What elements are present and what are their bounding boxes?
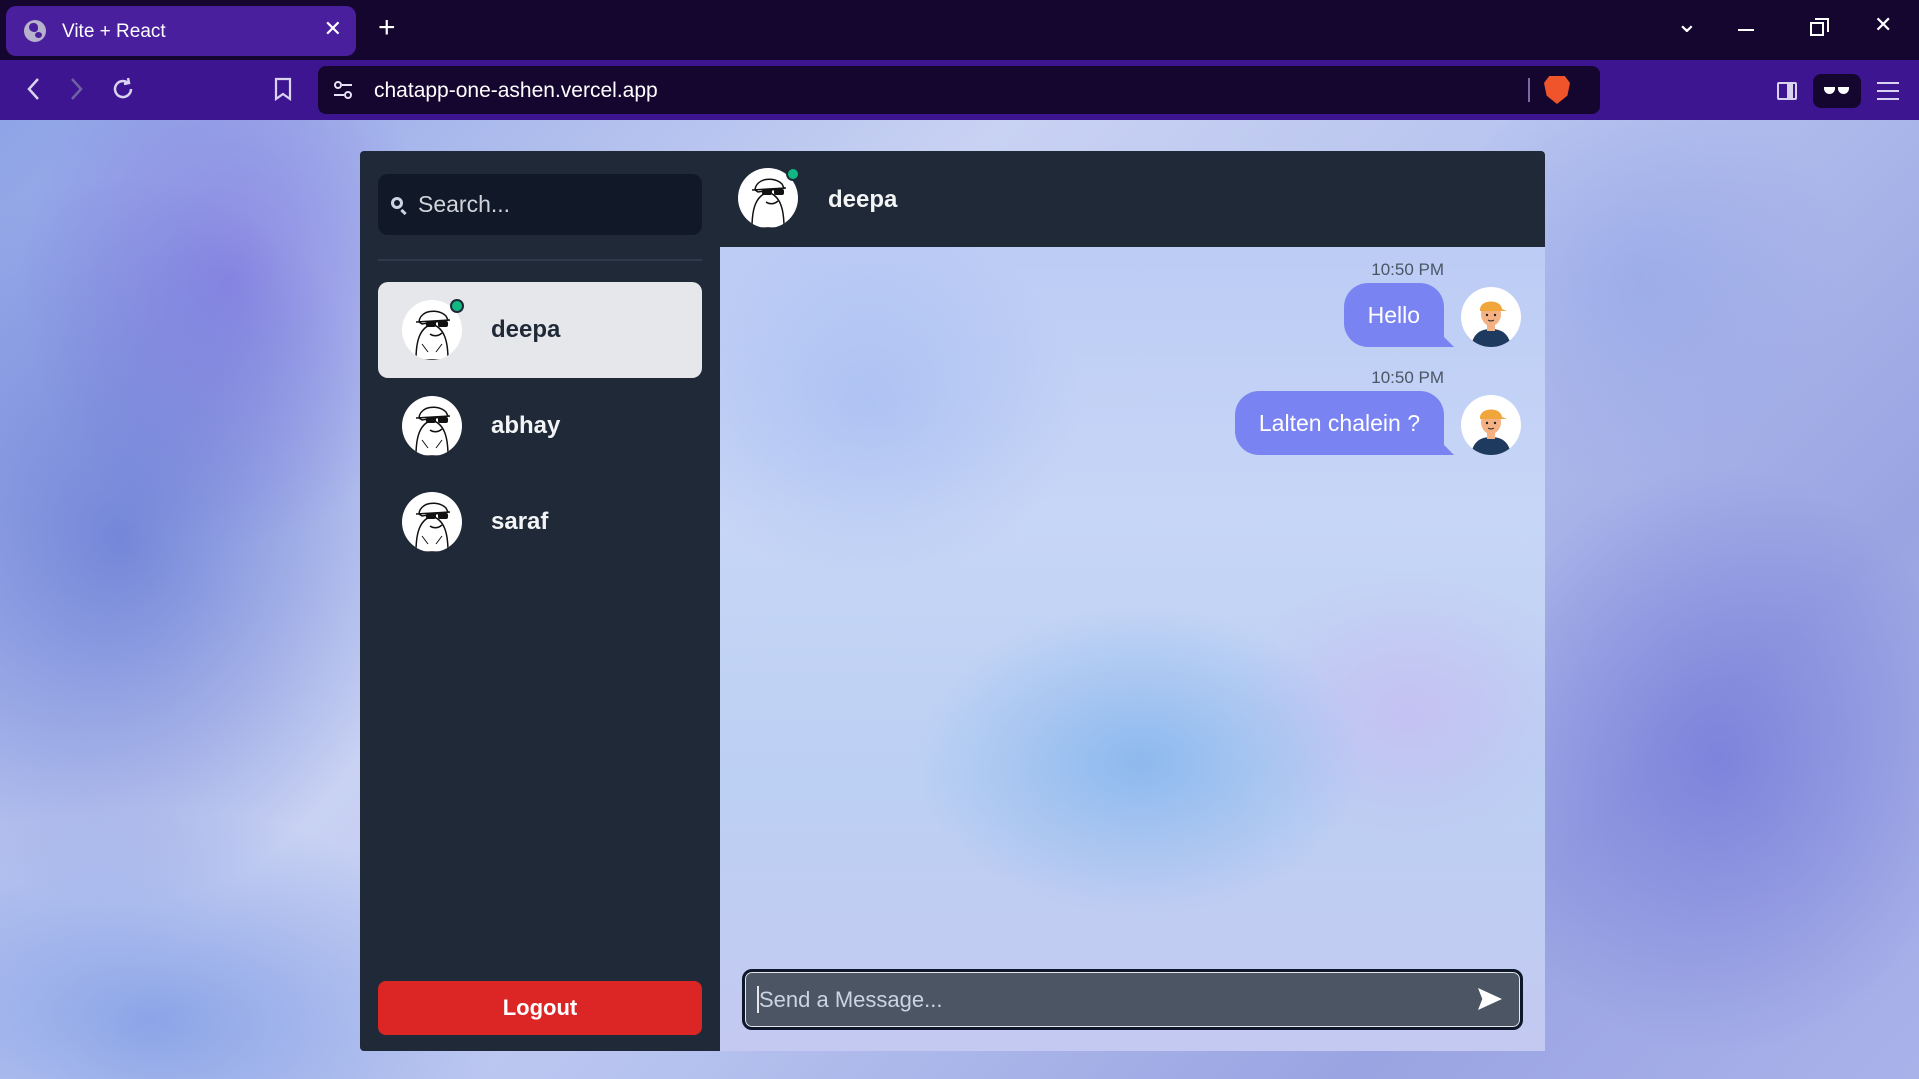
online-status-dot xyxy=(450,299,464,313)
search-box[interactable] xyxy=(378,174,702,235)
tab-close-icon[interactable]: ✕ xyxy=(324,18,342,40)
brave-shields-icon[interactable] xyxy=(1544,76,1570,104)
message-time: 10:50 PM xyxy=(1371,260,1444,279)
address-divider xyxy=(1528,78,1530,102)
brave-wallet-icon[interactable] xyxy=(1813,74,1861,108)
forward-icon[interactable] xyxy=(66,76,86,106)
search-icon xyxy=(391,197,403,209)
online-status-dot xyxy=(786,167,800,181)
hamburger-menu-icon[interactable] xyxy=(1877,82,1899,100)
restore-icon[interactable] xyxy=(1810,18,1829,36)
chat-panel: deepa 10:50 PM Hello 10:50 PM Lalten cha… xyxy=(720,151,1545,1051)
sidebar-toggle-icon[interactable] xyxy=(1777,82,1797,100)
message-item: 10:50 PM Hello xyxy=(1021,260,1521,360)
contact-name: abhay xyxy=(491,412,561,439)
send-icon xyxy=(1478,988,1502,1010)
browser-title-bar: Vite + React ✕ + ⌄ ✕ xyxy=(0,0,1919,60)
chat-header-name: deepa xyxy=(828,186,898,213)
window-close-icon[interactable]: ✕ xyxy=(1874,14,1892,36)
send-button[interactable] xyxy=(1476,986,1504,1012)
chat-header: deepa xyxy=(720,151,1545,247)
search-input[interactable] xyxy=(418,174,688,235)
minimize-icon[interactable] xyxy=(1738,29,1754,31)
sunglasses-avatar xyxy=(402,492,462,552)
cap-avatar xyxy=(1461,395,1521,455)
contact-item-deepa[interactable]: deepa xyxy=(378,282,702,378)
new-tab-button[interactable]: + xyxy=(378,13,396,43)
message-item: 10:50 PM Lalten chalein ? xyxy=(1021,368,1521,468)
reload-icon[interactable] xyxy=(110,76,136,106)
tab-title: Vite + React xyxy=(62,21,166,42)
back-icon[interactable] xyxy=(24,76,44,106)
contact-name: deepa xyxy=(491,316,561,343)
message-composer[interactable] xyxy=(742,969,1523,1030)
page-background: deepa abhay xyxy=(0,120,1919,1079)
message-bubble: Hello xyxy=(1343,283,1444,347)
address-bar[interactable]: chatapp-one-ashen.vercel.app xyxy=(318,66,1600,114)
cap-avatar xyxy=(1461,287,1521,347)
browser-tab[interactable]: Vite + React ✕ xyxy=(6,6,356,56)
message-time: 10:50 PM xyxy=(1371,368,1444,387)
message-bubble: Lalten chalein ? xyxy=(1234,391,1444,455)
globe-icon xyxy=(24,20,46,42)
site-settings-icon[interactable] xyxy=(332,79,354,105)
sunglasses-avatar xyxy=(402,396,462,456)
sidebar-divider xyxy=(378,259,702,261)
contact-item-abhay[interactable]: abhay xyxy=(378,378,702,474)
message-input[interactable] xyxy=(759,972,1459,1027)
tab-list-chevron-icon[interactable]: ⌄ xyxy=(1676,10,1698,36)
chat-app: deepa abhay xyxy=(360,151,1545,1051)
sidebar: deepa abhay xyxy=(360,151,720,1051)
contact-item-saraf[interactable]: saraf xyxy=(378,474,702,570)
logout-button[interactable]: Logout xyxy=(378,981,702,1035)
url-text[interactable]: chatapp-one-ashen.vercel.app xyxy=(374,79,658,103)
contact-name: saraf xyxy=(491,508,549,535)
bookmark-icon[interactable] xyxy=(272,76,294,106)
